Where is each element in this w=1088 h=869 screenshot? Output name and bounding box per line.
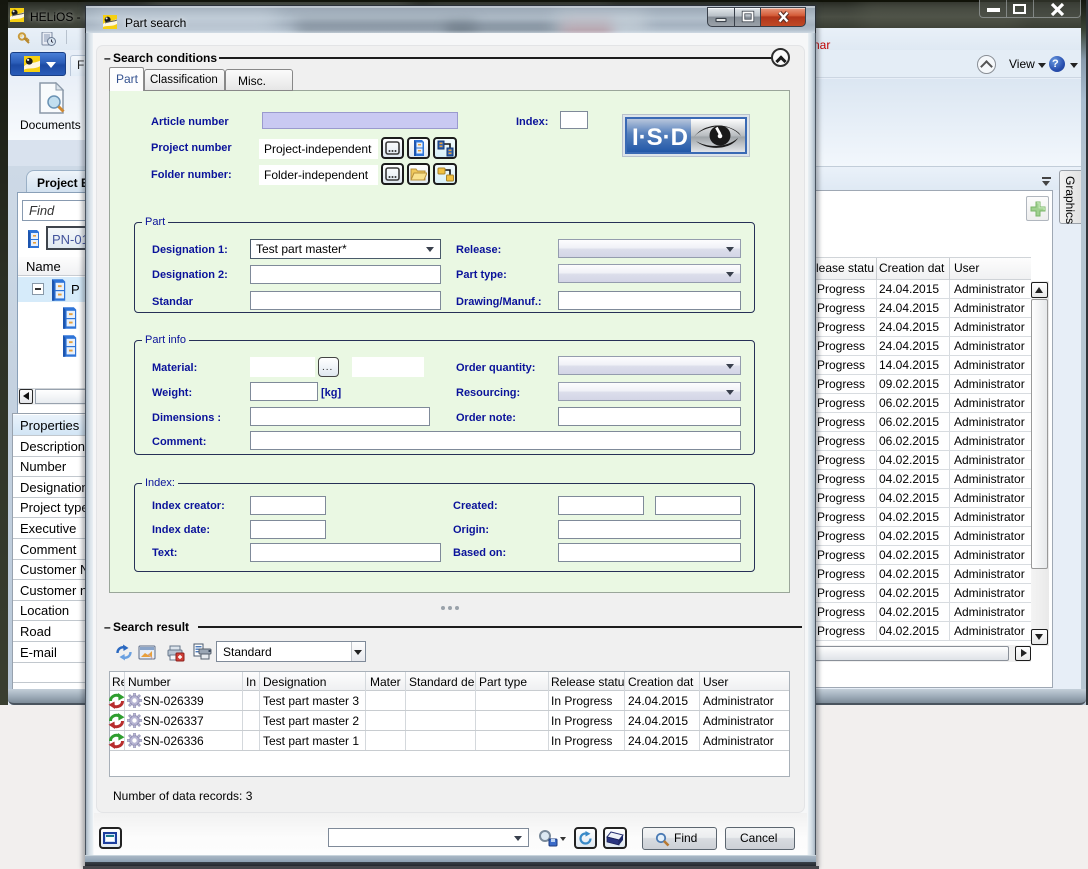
svg-text:I·S·D: I·S·D <box>632 124 688 151</box>
